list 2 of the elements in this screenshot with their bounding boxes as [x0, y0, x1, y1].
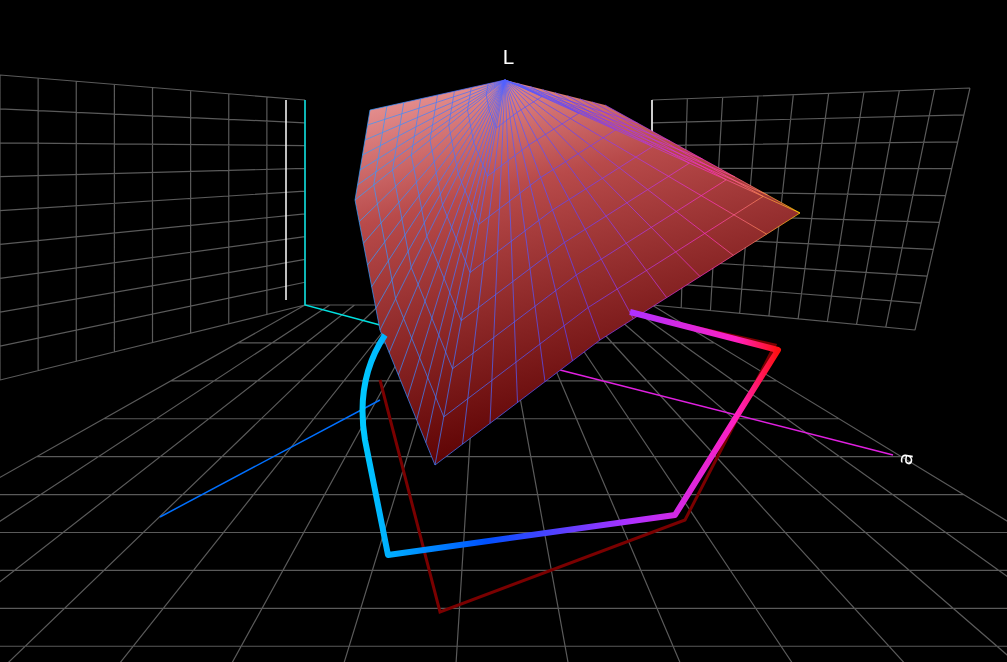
axis-label: a — [892, 450, 918, 467]
axis-label: L — [502, 45, 514, 69]
